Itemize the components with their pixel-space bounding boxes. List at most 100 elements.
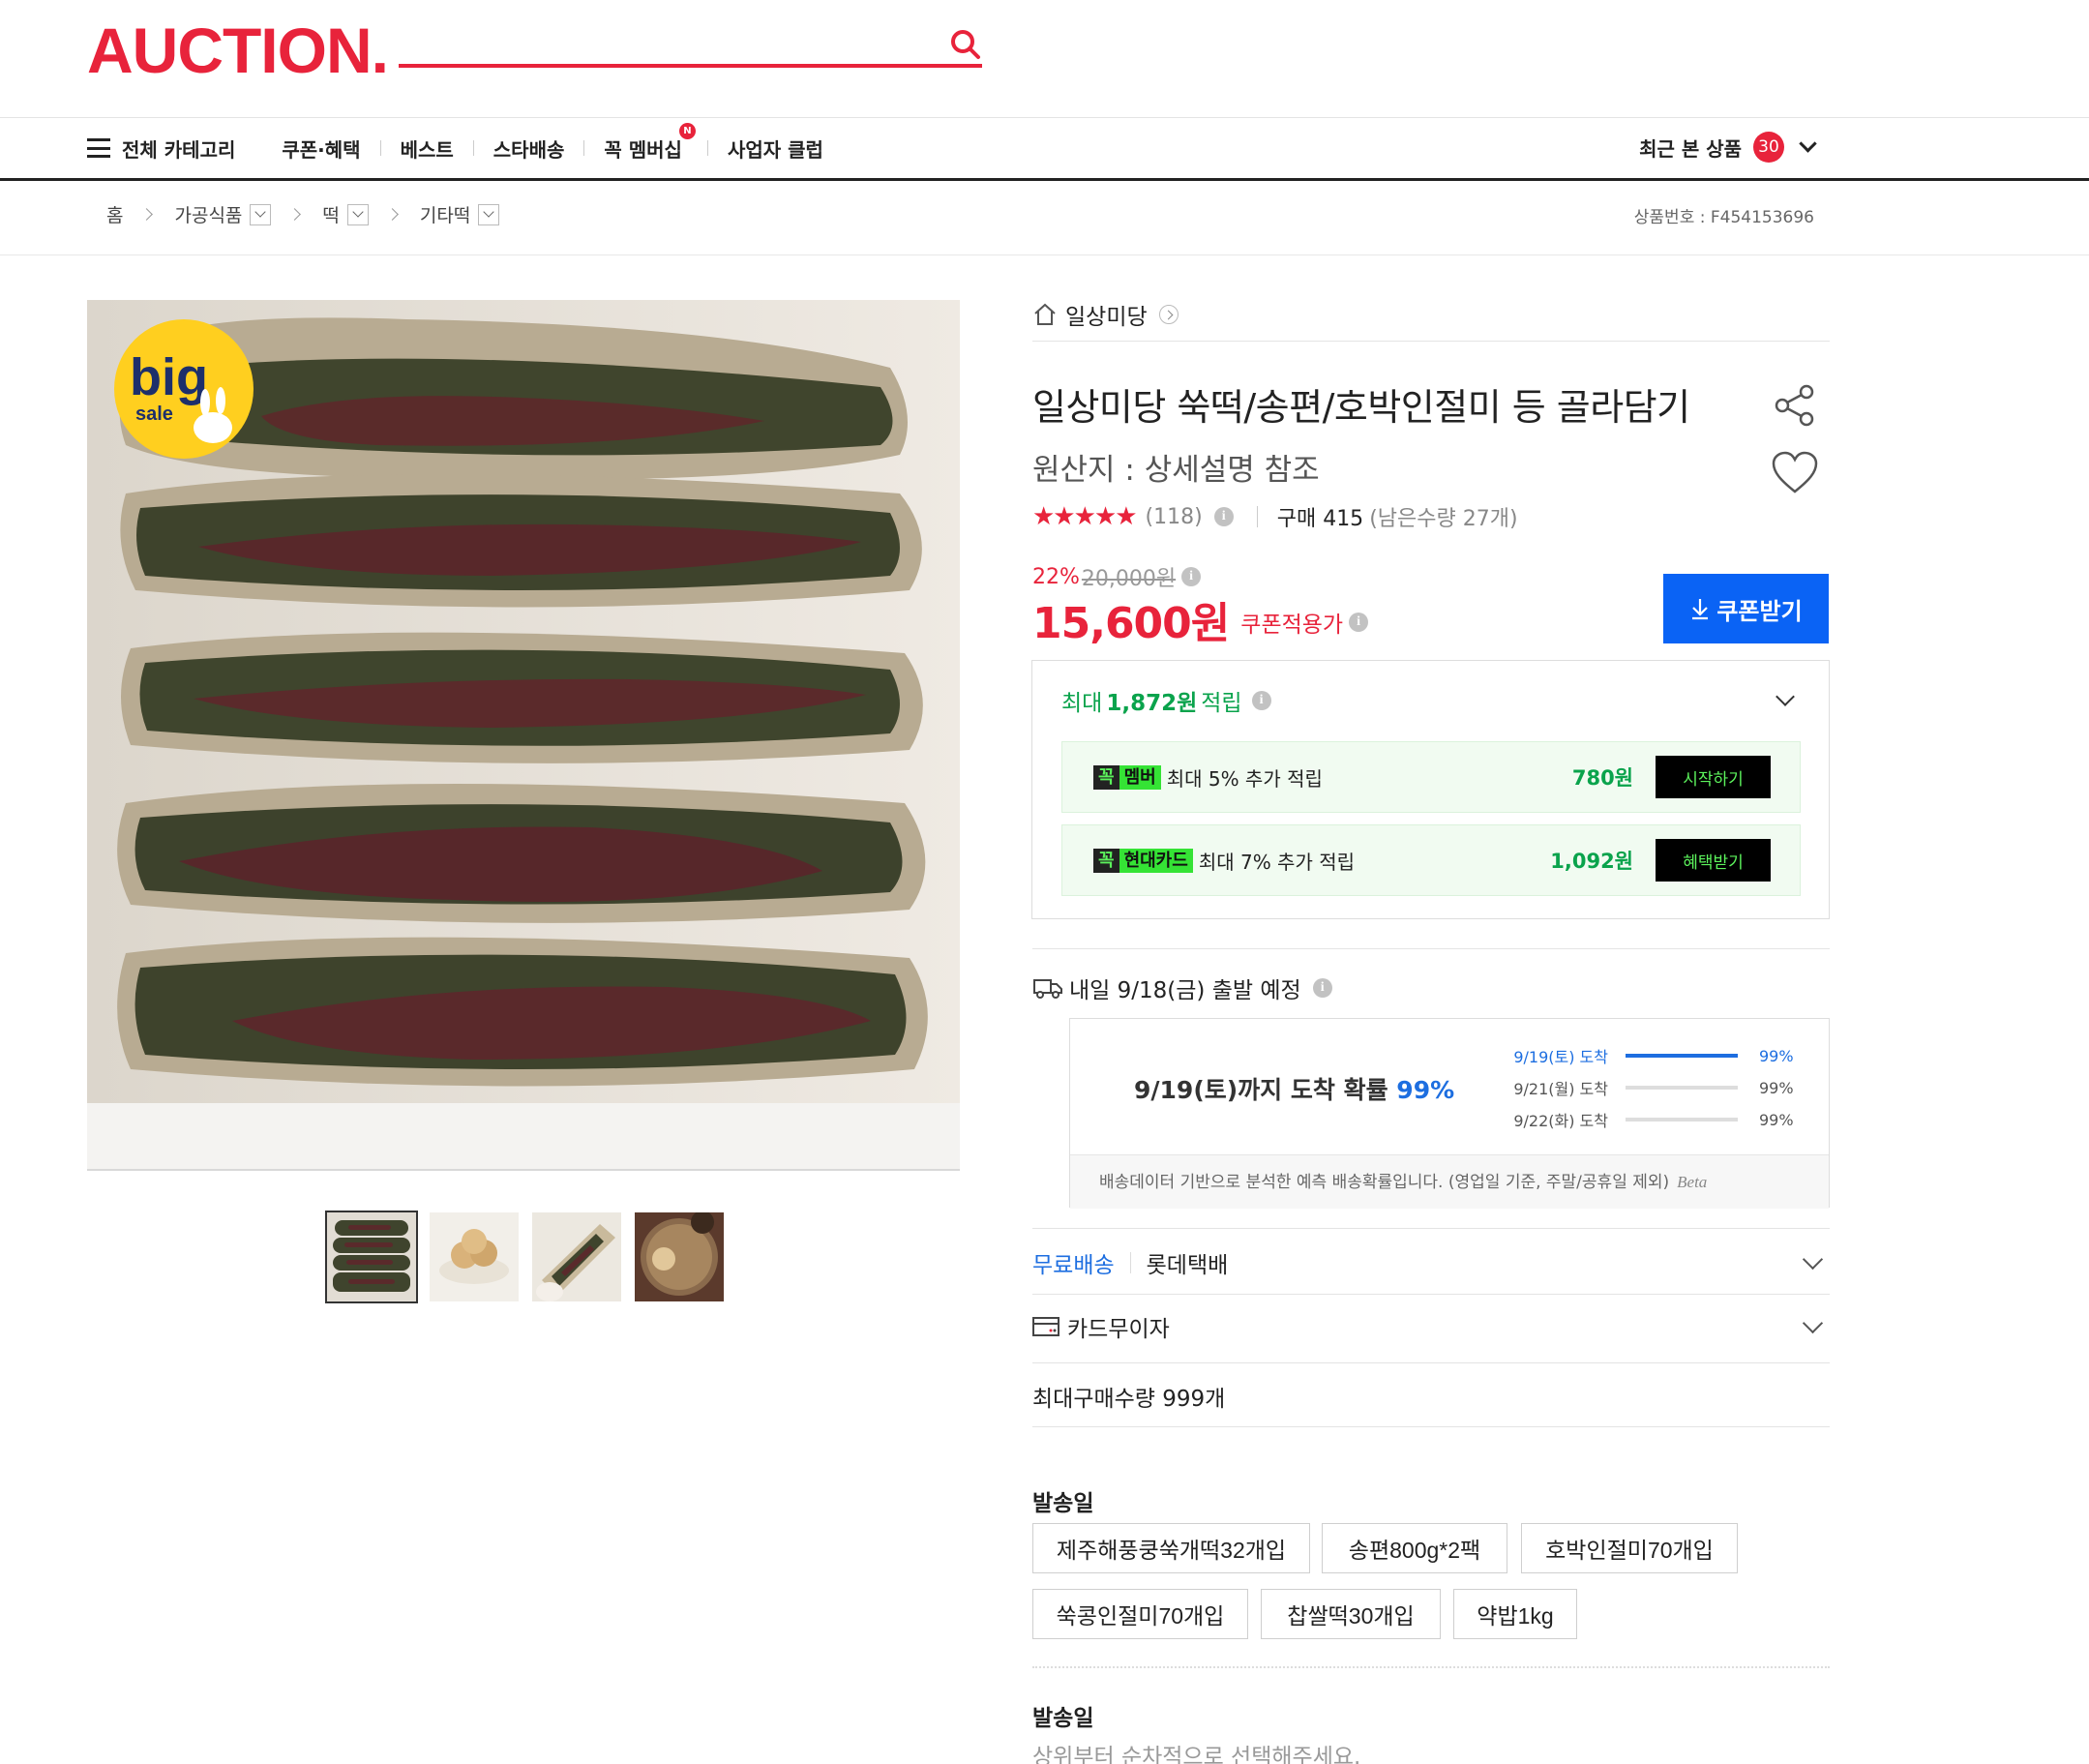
tag-k: 꼭 [1093, 764, 1119, 790]
auction-logo[interactable]: AUCTION. [87, 15, 389, 85]
divider [1032, 1362, 1830, 1363]
share-icon[interactable] [1773, 383, 1817, 428]
thumbnail-3[interactable] [532, 1212, 621, 1301]
option-section-title-2: 발송일 [1032, 1706, 1094, 1731]
global-nav: 전체 카테고리 쿠폰·혜택 베스트 스타배송 꼭 멤버십 N 사업자 클럽 [87, 118, 823, 178]
info-icon[interactable]: i [1251, 691, 1271, 710]
chevron-down-icon[interactable] [1776, 687, 1795, 706]
dotted-divider [1032, 1666, 1830, 1668]
thumbnail-1[interactable] [325, 1211, 418, 1303]
points-suffix: 적립 [1201, 691, 1242, 716]
points-header[interactable]: 최대 1,872원 적립 i [1061, 684, 1271, 717]
truck-icon [1033, 979, 1062, 999]
delivery-row: 9/21(월) 도착 99% [1490, 1076, 1793, 1099]
option-button[interactable]: 호박인절미70개입 [1521, 1523, 1738, 1573]
chevron-right-icon [288, 208, 302, 221]
divider [1032, 341, 1830, 342]
product-main-image[interactable]: big sale [87, 300, 960, 1171]
nav-membership[interactable]: 꼭 멤버십 N [604, 122, 696, 163]
sale-price: 15,600원 [1032, 599, 1230, 648]
points-row-card: 꼭 현대카드 최대 7% 추가 적립 1,092원 혜택받기 [1061, 824, 1801, 896]
heart-icon[interactable] [1771, 451, 1819, 495]
search-icon[interactable] [948, 27, 983, 62]
selection-hint: 상위부터 순차적으로 선택해주세요. [1032, 1745, 1361, 1764]
delivery-upper: 9/19(토)까지 도착 확률 99% 9/19(토) 도착 99% 9/21(… [1070, 1019, 1829, 1154]
recent-products[interactable]: 최근 본 상품 30 [1639, 132, 1817, 163]
download-icon [1692, 599, 1709, 620]
product-origin: 원산지 : 상세설명 참조 [1032, 453, 1320, 488]
nav-separator [472, 140, 474, 156]
option-button[interactable]: 찹쌀떡30개입 [1261, 1589, 1441, 1639]
tag-k: 꼭 [1093, 848, 1119, 873]
new-badge: N [678, 122, 696, 139]
nav-coupon[interactable]: 쿠폰·혜택 [282, 135, 360, 163]
delivery-pct: 99% [1759, 1110, 1794, 1129]
product-title: 일상미당 쑥떡/송편/호박인절미 등 골라담기 [1032, 386, 1690, 429]
nav-best[interactable]: 베스트 [401, 135, 454, 163]
menu-icon[interactable] [87, 138, 110, 158]
probability-bar [1626, 1054, 1738, 1058]
nav-all-categories[interactable]: 전체 카테고리 [122, 135, 235, 163]
breadcrumb-level-3[interactable]: 기타떡 [420, 201, 470, 227]
dropdown-icon[interactable] [478, 203, 500, 225]
installment-row[interactable]: 카드무이자 [1032, 1295, 1830, 1359]
delivery-note: 배송데이터 기반으로 분석한 예측 배송확률입니다. (영업일 기준, 주말/공… [1070, 1154, 1829, 1209]
dropdown-icon[interactable] [250, 203, 272, 225]
departure-text: 내일 9/18(금) 출발 예정 [1069, 978, 1301, 1003]
delivery-date: 9/19(토) 도착 [1513, 1048, 1608, 1066]
info-icon[interactable]: i [1181, 567, 1202, 586]
rice-cake-illustration: big sale [87, 300, 960, 1171]
thumbnail-4[interactable] [635, 1212, 724, 1301]
carrier-name: 롯데택배 [1146, 1253, 1229, 1278]
chevron-down-icon [1802, 1312, 1824, 1334]
breadcrumb-home[interactable]: 홈 [106, 201, 123, 227]
get-benefit-button[interactable]: 혜택받기 [1656, 839, 1771, 882]
departure-row: 내일 9/18(금) 출발 예정 i [1032, 972, 1332, 1004]
start-membership-button[interactable]: 시작하기 [1656, 756, 1771, 798]
nav-membership-label: 꼭 멤버십 [604, 137, 682, 162]
points-row-amount: 780원 [1571, 766, 1633, 790]
separator [1256, 506, 1258, 527]
chevron-right-icon [140, 208, 154, 221]
option-button[interactable]: 약밥1kg [1453, 1589, 1577, 1639]
recent-count-badge: 30 [1753, 132, 1784, 163]
dropdown-icon[interactable] [346, 203, 369, 225]
shipping-fee-row[interactable]: 무료배송 롯데택배 [1032, 1231, 1830, 1295]
info-icon[interactable]: i [1312, 978, 1332, 998]
coupon-button-label: 쿠폰받기 [1716, 598, 1803, 625]
option-button[interactable]: 쑥콩인절미70개입 [1032, 1589, 1248, 1639]
price-row: 15,600원 쿠폰적용가 i [1032, 588, 1369, 650]
probability-bar [1626, 1086, 1738, 1090]
option-button[interactable]: 제주해풍쿵쑥개떡32개입 [1032, 1523, 1310, 1573]
probability-bar-fill [1626, 1054, 1738, 1058]
image-divider [87, 1169, 960, 1171]
nav-separator [706, 140, 708, 156]
breadcrumb-level-1[interactable]: 가공식품 [174, 201, 242, 227]
divider [1032, 1228, 1830, 1229]
points-row-amount: 1,092원 [1550, 850, 1633, 873]
probability-bar [1626, 1118, 1738, 1121]
info-icon[interactable]: i [1213, 507, 1234, 526]
points-panel: 최대 1,872원 적립 i 꼭 멤버 최대 5% 추가 적립 780원 시작하기… [1031, 660, 1830, 919]
shop-name: 일상미당 [1065, 305, 1148, 330]
coupon-download-button[interactable]: 쿠폰받기 [1663, 574, 1829, 643]
card-tag: 꼭 현대카드 [1093, 848, 1193, 873]
recent-products-label: 최근 본 상품 [1639, 136, 1742, 161]
shop-link[interactable]: 일상미당 [1032, 298, 1179, 331]
breadcrumb-level-2[interactable]: 떡 [322, 201, 339, 227]
info-icon[interactable]: i [1349, 613, 1369, 632]
search-input[interactable] [399, 64, 982, 68]
tag-text: 현대카드 [1119, 848, 1193, 873]
nav-star-delivery[interactable]: 스타배송 [493, 135, 565, 163]
chevron-right-icon [1158, 305, 1179, 324]
review-count[interactable]: (118) [1146, 505, 1203, 529]
thumbnail-image [327, 1212, 416, 1301]
delivery-row: 9/22(화) 도착 99% [1490, 1108, 1794, 1131]
option-button[interactable]: 송편800g*2팩 [1322, 1523, 1507, 1573]
nav-separator [379, 140, 381, 156]
thumbnail-2[interactable] [430, 1212, 519, 1301]
delivery-date: 9/21(월) 도착 [1513, 1080, 1608, 1098]
chevron-down-icon [1802, 1248, 1824, 1271]
nav-business-club[interactable]: 사업자 클럽 [728, 135, 823, 163]
credit-card-icon [1032, 1317, 1059, 1336]
